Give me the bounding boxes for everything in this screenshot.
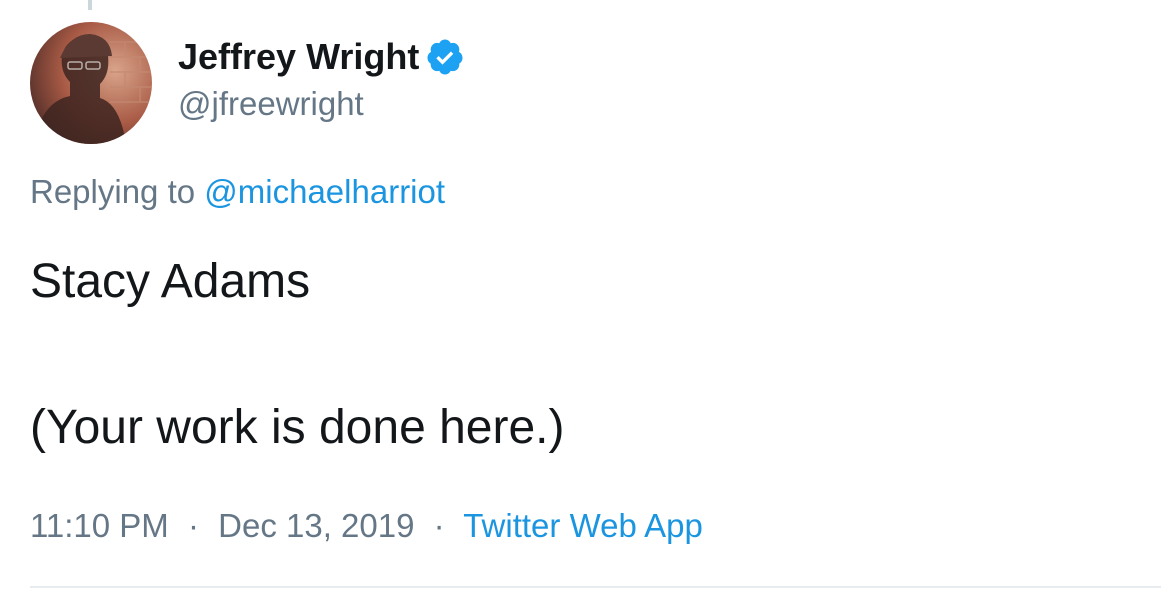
avatar[interactable] [30, 22, 152, 144]
author-block: Jeffrey Wright @jfreewright [178, 34, 465, 126]
tweet-time[interactable]: 11:10 PM [30, 507, 169, 544]
tweet-meta: 11:10 PM · Dec 13, 2019 · Twitter Web Ap… [30, 504, 703, 548]
tweet-date[interactable]: Dec 13, 2019 [218, 507, 414, 544]
tweet-text: Stacy Adams (Your work is done here.) [30, 252, 565, 458]
divider [30, 586, 1161, 588]
tweet-detail: Jeffrey Wright @jfreewright Replying to … [0, 0, 1161, 606]
replying-to-line: Replying to @michaelharriot [30, 170, 445, 214]
author-display-name[interactable]: Jeffrey Wright [178, 34, 419, 80]
tweet-text-line: Stacy Adams [30, 255, 311, 308]
tweet-text-spacer [30, 312, 565, 398]
thread-connector-line [88, 0, 92, 10]
avatar-image [30, 22, 152, 144]
verified-badge-icon [425, 37, 465, 77]
meta-separator: · [187, 507, 199, 544]
name-row: Jeffrey Wright [178, 34, 465, 80]
meta-separator: · [433, 507, 445, 544]
tweet-source-link[interactable]: Twitter Web App [463, 507, 703, 544]
tweet-text-line: (Your work is done here.) [30, 401, 565, 454]
author-handle[interactable]: @jfreewright [178, 82, 465, 126]
replying-to-prefix: Replying to [30, 173, 196, 210]
reply-mention-link[interactable]: @michaelharriot [204, 173, 445, 210]
